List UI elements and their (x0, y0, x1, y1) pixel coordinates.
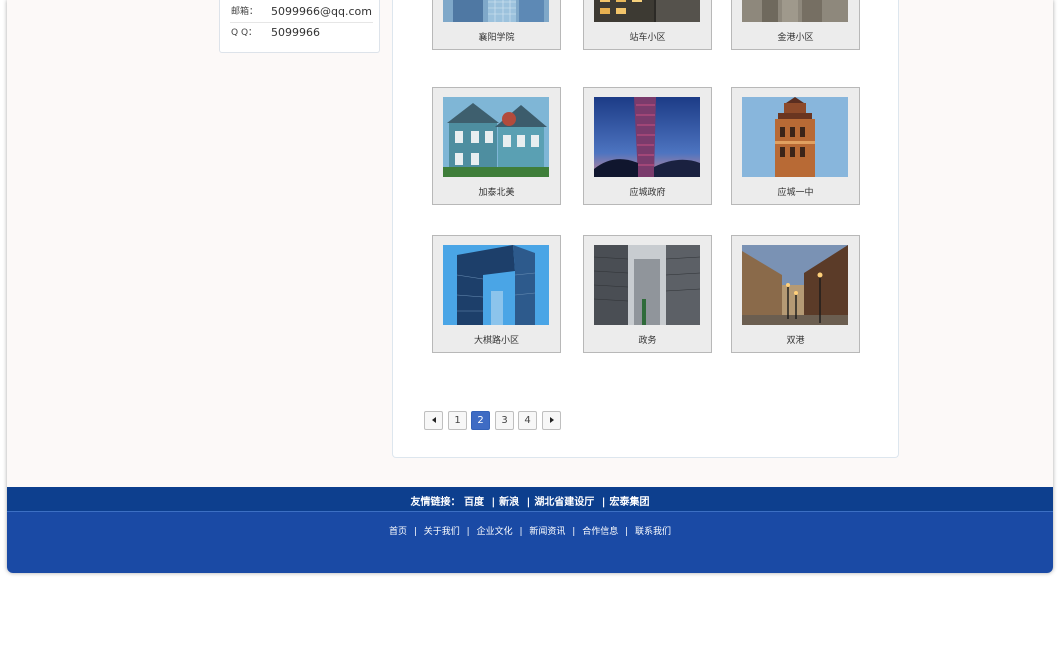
separator: | (625, 527, 629, 537)
separator: | (491, 497, 496, 508)
house-photo[interactable] (443, 97, 549, 177)
project-caption[interactable]: 大棋路小区 (433, 335, 560, 347)
project-caption[interactable]: 应城政府 (584, 187, 711, 199)
page-4-button[interactable]: 4 (518, 411, 537, 430)
prev-page-button[interactable] (424, 411, 443, 430)
footer-nav-cooperation[interactable]: 合作信息 (582, 527, 618, 537)
project-caption[interactable]: 应城一中 (732, 187, 859, 199)
project-caption[interactable]: 双港 (732, 335, 859, 347)
separator: | (413, 527, 417, 537)
separator: | (572, 527, 576, 537)
building-photo[interactable] (443, 245, 549, 325)
email-value: 5099966@qq.com (271, 5, 372, 18)
footer-nav-about[interactable]: 关于我们 (424, 527, 460, 537)
qq-value: 5099966 (271, 26, 320, 39)
footer-nav: 首页 | 关于我们 | 企业文化 | 新闻资讯 | 合作信息 | 联系我们 (7, 524, 1053, 537)
building-photo[interactable] (594, 0, 700, 22)
project-card[interactable]: 应城一中 (731, 87, 860, 205)
qq-label: Q Q： (231, 28, 258, 38)
project-card[interactable]: 大棋路小区 (432, 235, 561, 353)
project-caption[interactable]: 加泰北美 (433, 187, 560, 199)
project-card[interactable]: 襄阳学院 (432, 0, 561, 50)
chevron-right-icon (549, 417, 554, 423)
project-card[interactable]: 双港 (731, 235, 860, 353)
friend-links-label: 友情链接： (410, 497, 461, 508)
friend-links: 友情链接： 百度 | 新浪 | 湖北省建设厅 | 宏泰集团 (7, 493, 1053, 508)
project-card[interactable]: 加泰北美 (432, 87, 561, 205)
separator: | (519, 527, 523, 537)
page-3-button[interactable]: 3 (495, 411, 514, 430)
project-card[interactable]: 政务 (583, 235, 712, 353)
contact-email-row: 邮箱： 5099966@qq.com (230, 2, 373, 23)
project-card[interactable]: 应城政府 (583, 87, 712, 205)
building-photo[interactable] (443, 0, 549, 22)
project-caption[interactable]: 站车小区 (584, 32, 711, 44)
project-card[interactable]: 金港小区 (731, 0, 860, 50)
footer-nav-contact[interactable]: 联系我们 (635, 527, 671, 537)
separator: | (466, 527, 470, 537)
footer: 友情链接： 百度 | 新浪 | 湖北省建设厅 | 宏泰集团 首页 | 关于我们 | 企… (7, 487, 1053, 573)
contact-qq-row: Q Q： 5099966 (230, 23, 373, 43)
footer-nav-home[interactable]: 首页 (389, 527, 407, 537)
friend-link-baidu[interactable]: 百度 (464, 497, 484, 508)
project-caption[interactable]: 政务 (584, 335, 711, 347)
building-photo[interactable] (594, 245, 700, 325)
street-photo[interactable] (742, 245, 848, 325)
page-1-button[interactable]: 1 (448, 411, 467, 430)
friend-link-sina[interactable]: 新浪 (499, 497, 519, 508)
friend-link-hubei-construction[interactable]: 湖北省建设厅 (534, 497, 594, 508)
chevron-left-icon (431, 417, 436, 423)
tower-photo[interactable] (742, 97, 848, 177)
project-caption[interactable]: 襄阳学院 (433, 32, 560, 44)
page-2-button[interactable]: 2 (471, 411, 490, 430)
next-page-button[interactable] (542, 411, 561, 430)
separator: | (526, 497, 531, 508)
footer-nav-news[interactable]: 新闻资讯 (529, 527, 565, 537)
separator: | (601, 497, 606, 508)
tower-photo[interactable] (594, 97, 700, 177)
contact-box: 邮箱： 5099966@qq.com Q Q： 5099966 (219, 0, 380, 53)
email-label: 邮箱： (231, 7, 259, 17)
page-container: 邮箱： 5099966@qq.com Q Q： 5099966 襄阳学院 站车小… (7, 0, 1053, 573)
gallery-panel: 襄阳学院 站车小区 金港小区 加泰北美 应城政府 应城一中 大棋路小区 政务 双… (392, 0, 899, 458)
project-card[interactable]: 站车小区 (583, 0, 712, 50)
footer-divider (7, 511, 1053, 512)
project-caption[interactable]: 金港小区 (732, 32, 859, 44)
building-photo[interactable] (742, 0, 848, 22)
friend-link-hongtai[interactable]: 宏泰集团 (609, 497, 649, 508)
footer-nav-culture[interactable]: 企业文化 (477, 527, 513, 537)
